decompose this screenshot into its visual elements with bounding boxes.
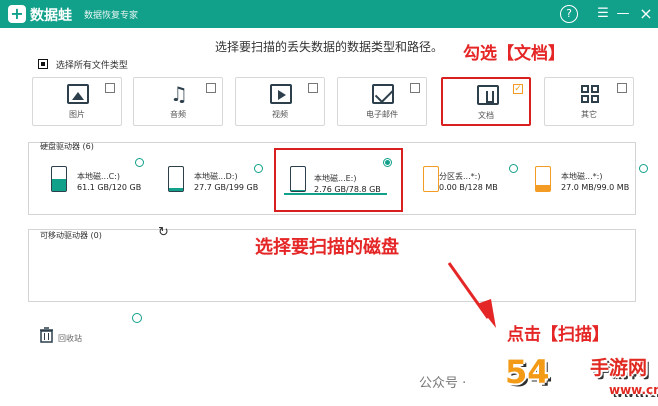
- drive-radio[interactable]: [639, 164, 648, 173]
- hard-drives-panel: 硬盘驱动器 (6) 本地磁...C:) 61.1 GB/120 GB 本地磁..…: [28, 142, 648, 215]
- annotation-click-scan: 点击【扫描】: [507, 325, 609, 345]
- photo-checkbox[interactable]: [105, 83, 115, 93]
- drive-name: 分区丢...*:): [439, 172, 481, 181]
- drive-lost-partition[interactable]: 分区丢...*:) 0.00 B/128 MB: [411, 154, 523, 202]
- audio-checkbox[interactable]: [206, 83, 216, 93]
- drive-size: 61.1 GB/120 GB: [77, 183, 142, 192]
- removable-drives-title: 可移动驱动器 (0): [40, 231, 102, 240]
- watermark-logo-text: 手游网: [590, 357, 648, 379]
- drive-e[interactable]: 本地磁...E:) 2.76 GB/78.8 GB: [274, 148, 403, 212]
- file-type-label: 图片: [69, 110, 85, 119]
- drive-size: 27.7 GB/199 GB: [194, 183, 259, 192]
- file-type-card-photo[interactable]: 图片: [32, 77, 122, 126]
- video-icon: [270, 84, 292, 104]
- annotation-arrow-icon: [447, 262, 496, 328]
- select-all-label: 选择所有文件类型: [55, 61, 128, 71]
- app-subtitle: 数据恢复专家: [84, 11, 139, 21]
- disk-icon: [535, 166, 551, 192]
- drive-name: 本地磁...E:): [314, 174, 357, 183]
- drive-radio[interactable]: [509, 164, 518, 173]
- photo-icon: [67, 84, 89, 104]
- file-type-label: 音频: [170, 110, 186, 119]
- file-type-label: 电子邮件: [366, 110, 398, 119]
- drive-c[interactable]: 本地磁...C:) 61.1 GB/120 GB: [39, 154, 151, 202]
- annotation-check-docs: 勾选【文档】: [463, 44, 565, 64]
- file-type-card-audio[interactable]: ♫ 音频: [133, 77, 223, 126]
- watermark-logo: 54: [505, 353, 550, 391]
- refresh-icon[interactable]: ↻: [158, 226, 171, 239]
- help-icon[interactable]: ?: [560, 5, 578, 23]
- email-checkbox[interactable]: [410, 83, 420, 93]
- drive-local-unknown[interactable]: 本地磁...*:) 27.0 MB/99.0 MB: [523, 154, 648, 202]
- site-watermark: 54 手游网 www.cn: [505, 356, 658, 406]
- other-icon: [579, 84, 601, 104]
- drive-name: 本地磁...D:): [194, 172, 238, 181]
- drive-size: 27.0 MB/99.0 MB: [561, 183, 630, 192]
- recycle-label: 回收站: [58, 334, 82, 343]
- file-type-label: 其它: [581, 110, 597, 119]
- file-type-card-document[interactable]: ✓ 文档: [441, 77, 531, 126]
- other-checkbox[interactable]: [617, 83, 627, 93]
- drive-name: 本地磁...C:): [77, 172, 121, 181]
- recycle-radio[interactable]: [132, 313, 142, 323]
- drive-size: 0.00 B/128 MB: [439, 183, 498, 192]
- app-logo-icon: +: [8, 5, 26, 23]
- disk-icon: [290, 166, 306, 192]
- app-name: 数据蛙: [30, 8, 72, 24]
- close-icon[interactable]: ×: [637, 5, 655, 23]
- select-all-file-types[interactable]: 选择所有文件类型: [38, 58, 128, 71]
- minimize-icon[interactable]: —: [614, 5, 632, 23]
- hard-drives-title: 硬盘驱动器 (6): [40, 142, 94, 151]
- file-type-label: 文档: [478, 111, 494, 120]
- drive-name: 本地磁...*:): [561, 172, 603, 181]
- file-type-card-email[interactable]: 电子邮件: [337, 77, 427, 126]
- annotation-choose-disk: 选择要扫描的磁盘: [255, 237, 399, 258]
- video-checkbox[interactable]: [308, 83, 318, 93]
- drive-selection-line: [284, 193, 387, 195]
- document-icon: [477, 85, 499, 105]
- select-all-checkbox[interactable]: [38, 59, 48, 69]
- title-bar: + 数据蛙 数据恢复专家 ? ☰ — ×: [0, 0, 658, 28]
- drive-radio[interactable]: [254, 164, 263, 173]
- document-checkbox[interactable]: ✓: [513, 84, 523, 94]
- disk-icon: [168, 166, 184, 192]
- file-type-card-video[interactable]: 视频: [235, 77, 325, 126]
- file-type-label: 视频: [272, 110, 288, 119]
- watermark-domain: www.cn: [609, 383, 658, 397]
- disk-icon: [423, 166, 439, 192]
- file-type-card-other[interactable]: 其它: [544, 77, 634, 126]
- drive-radio[interactable]: [383, 158, 392, 167]
- drive-d[interactable]: 本地磁...D:) 27.7 GB/199 GB: [156, 154, 268, 202]
- mail-icon: [372, 84, 394, 104]
- trash-icon[interactable]: [40, 327, 53, 343]
- wechat-watermark: 公众号 ·: [419, 376, 467, 391]
- disk-icon: [51, 166, 67, 192]
- music-icon: ♫: [168, 84, 190, 104]
- menu-icon[interactable]: ☰: [594, 5, 612, 23]
